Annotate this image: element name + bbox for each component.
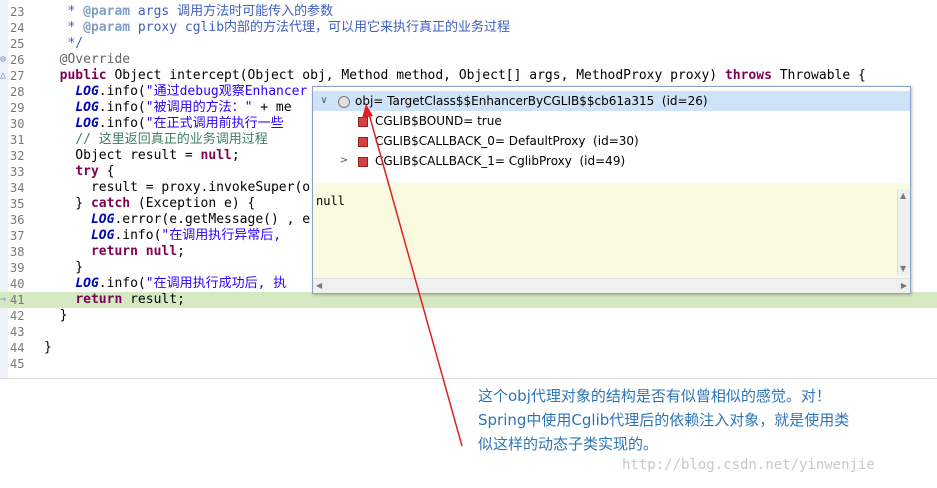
line-number: 41 <box>10 293 25 307</box>
tree-row-cglib-bound[interactable]: CGLIB$BOUND= true <box>313 111 910 131</box>
line-number: 36 <box>10 213 25 227</box>
code-text: * @param args 调用方法时可能传入的参数 <box>67 4 334 19</box>
line-number: 32 <box>10 149 25 163</box>
line-number: 45 <box>10 357 25 371</box>
line-number: 42 <box>10 309 25 323</box>
variable-tree[interactable]: ∨ obj= TargetClass$$EnhancerByCGLIB$$cb6… <box>313 87 910 183</box>
field-icon <box>358 137 368 147</box>
object-icon <box>338 96 350 108</box>
instruction-pointer-icon[interactable]: ⇒ <box>0 292 6 308</box>
code-text: } <box>44 260 84 275</box>
line-number: 35 <box>10 197 25 211</box>
tree-row-label: CGLIB$BOUND= true <box>375 114 502 128</box>
vertical-scrollbar[interactable]: ▲ ▼ <box>897 189 910 275</box>
code-text: LOG.info("在调用执行成功后, 执 <box>75 276 287 291</box>
line-number: 29 <box>10 101 25 115</box>
value-detail-pane[interactable]: null <box>313 189 896 275</box>
code-text: */ <box>67 36 84 51</box>
tree-row-label: obj= TargetClass$$EnhancerByCGLIB$$cb61a… <box>355 94 708 108</box>
line-number: 43 <box>10 325 25 339</box>
code-text: result = proxy.invokeSuper(o <box>44 180 311 195</box>
line-number: 30 <box>10 117 25 131</box>
scroll-down-icon[interactable]: ▼ <box>900 264 906 273</box>
line-number: 44 <box>10 341 25 355</box>
code-text: LOG.error(e.getMessage() , e <box>90 212 311 227</box>
line-number: 25 <box>10 37 25 51</box>
code-line[interactable]: 45 <box>0 356 937 372</box>
code-line[interactable]: 24 * @param proxy cglib内部的方法代理，可以用它来执行真正… <box>0 20 937 36</box>
tree-row-label: CGLIB$CALLBACK_0= DefaultProxy (id=30) <box>375 134 639 148</box>
override-icon[interactable]: △ <box>0 68 6 84</box>
line-number: 37 <box>10 229 25 243</box>
line-number: 27 <box>10 69 25 83</box>
line-number: 31 <box>10 133 25 147</box>
tree-row-callback-0[interactable]: CGLIB$CALLBACK_0= DefaultProxy (id=30) <box>313 131 910 151</box>
scroll-up-icon[interactable]: ▲ <box>900 191 906 200</box>
code-line[interactable]: ⇒ 41 return result; <box>0 292 937 308</box>
tree-row-obj[interactable]: ∨ obj= TargetClass$$EnhancerByCGLIB$$cb6… <box>313 91 910 111</box>
code-text: LOG.info("通过debug观察Enhancer <box>75 84 308 99</box>
tree-row-callback-1[interactable]: > CGLIB$CALLBACK_1= CglibProxy (id=49) <box>313 151 910 171</box>
line-number: 23 <box>10 5 25 19</box>
line-number: 26 <box>10 53 25 67</box>
code-text: } <box>44 340 52 355</box>
code-line[interactable]: △ 27 public Object intercept(Object obj, … <box>0 68 937 84</box>
code-line[interactable]: 44} <box>0 340 937 356</box>
code-line[interactable]: 25 */ <box>0 36 937 52</box>
line-number: 38 <box>10 245 25 259</box>
debug-variable-hover[interactable]: ∨ obj= TargetClass$$EnhancerByCGLIB$$cb6… <box>312 86 911 294</box>
line-number: 39 <box>10 261 25 275</box>
code-text: return result; <box>75 292 185 307</box>
line-number: 24 <box>10 21 25 35</box>
code-text: LOG.info("在调用执行异常后, <box>90 228 282 243</box>
field-icon <box>358 157 368 167</box>
code-text: LOG.info("被调用的方法：" + me <box>75 100 292 115</box>
tree-row-label: CGLIB$CALLBACK_1= CglibProxy (id=49) <box>375 154 626 168</box>
code-line[interactable]: ⊖ 26 @Override <box>0 52 937 68</box>
line-number: 34 <box>10 181 25 195</box>
code-text: * @param proxy cglib内部的方法代理，可以用它来执行真正的业务… <box>67 20 511 35</box>
watermark: http://blog.csdn.net/yinwenjie <box>622 457 875 473</box>
code-text: } <box>44 308 68 323</box>
code-text: // 这里返回真正的业务调用过程 <box>75 132 268 147</box>
scroll-right-icon[interactable]: ▶ <box>901 281 907 290</box>
code-line[interactable]: 42 } <box>0 308 937 324</box>
code-text: LOG.info("在正式调用前执行一些 <box>75 116 284 131</box>
line-number: 40 <box>10 277 25 291</box>
scroll-left-icon[interactable]: ◀ <box>316 281 322 290</box>
horizontal-scrollbar[interactable]: ◀ ▶ <box>313 278 910 293</box>
chevron-down-icon[interactable]: ∨ <box>319 91 329 111</box>
annotation-caption: 这个obj代理对象的结构是否有似曾相似的感觉。对！Spring中使用Cglib代… <box>478 387 850 453</box>
code-text: } catch (Exception e) { <box>44 196 256 211</box>
code-text: Object result = null; <box>44 148 240 163</box>
code-line[interactable]: 23 * @param args 调用方法时可能传入的参数 <box>0 4 937 20</box>
field-icon <box>358 117 368 127</box>
code-text: try { <box>75 164 115 179</box>
code-text: @Override <box>59 52 131 67</box>
code-text: return null; <box>90 244 185 259</box>
code-text: public Object intercept(Object obj, Meth… <box>59 68 866 83</box>
line-number: 28 <box>10 85 25 99</box>
code-line[interactable]: 43 <box>0 324 937 340</box>
fold-icon[interactable]: ⊖ <box>0 52 6 68</box>
line-number: 33 <box>10 165 25 179</box>
chevron-right-icon[interactable]: > <box>339 151 349 171</box>
